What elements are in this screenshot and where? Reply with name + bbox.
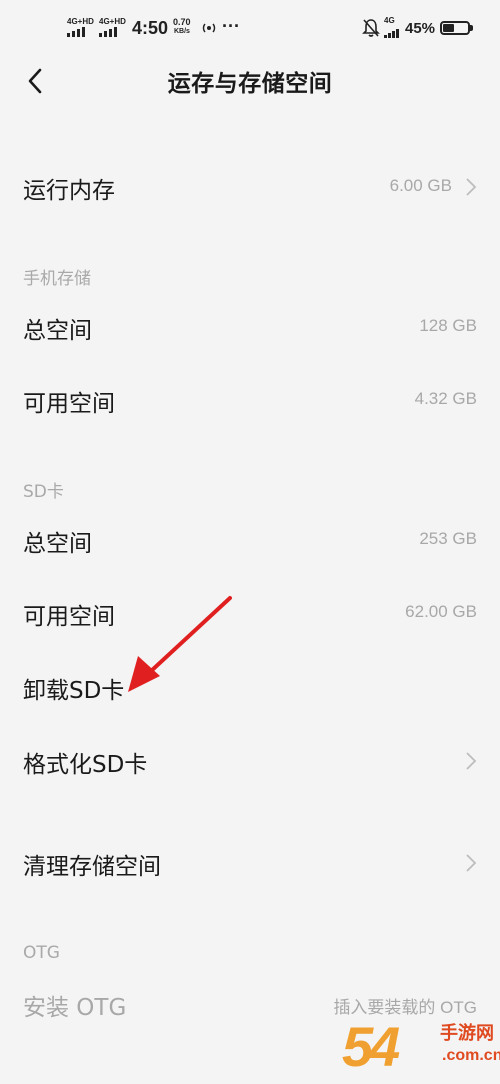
watermark-number: 54 (342, 1015, 400, 1078)
phone-total-row: 总空间 128 GB (0, 298, 500, 354)
phone-available-label: 可用空间 (23, 391, 115, 417)
cleanup-storage-label: 清理存储空间 (23, 854, 161, 880)
network-type-label-3: 4G (384, 16, 395, 25)
format-sd-label: 格式化SD卡 (23, 752, 148, 778)
signal-icon-3 (384, 28, 400, 38)
sd-total-value: 253 GB (419, 529, 477, 548)
page-title: 运存与存储空间 (167, 71, 333, 97)
cleanup-storage-row[interactable]: 清理存储空间 (0, 834, 500, 890)
section-title-phone-storage: 手机存储 (23, 269, 91, 289)
watermark-brand: 手游网 (440, 1023, 494, 1044)
sd-available-value: 62.00 GB (405, 602, 477, 621)
net-speed-value: 0.70 (173, 17, 191, 27)
silent-bell-icon (362, 19, 380, 37)
sd-total-row: 总空间 253 GB (0, 511, 500, 567)
phone-total-label: 总空间 (23, 318, 92, 344)
chevron-right-icon (466, 178, 477, 196)
chevron-right-icon (466, 854, 477, 872)
battery-percent: 45% (405, 20, 436, 37)
unmount-sd-label: 卸载SD卡 (23, 678, 125, 704)
sd-total-label: 总空间 (23, 531, 92, 557)
install-otg-label: 安装 OTG (23, 995, 127, 1021)
network-type-label-2: 4G+HD (99, 17, 126, 26)
net-speed-unit: KB/s (174, 28, 190, 35)
section-title-sd-card: SD卡 (23, 482, 64, 502)
unmount-sd-row[interactable]: 卸载SD卡 (0, 658, 500, 714)
title-bar: 运存与存储空间 (0, 56, 500, 108)
hotspot-icon (202, 23, 216, 33)
section-title-otg: OTG (23, 943, 60, 963)
clock: 4:50 (132, 18, 169, 38)
more-notifications: ··· (222, 16, 240, 36)
chevron-right-icon (466, 752, 477, 770)
phone-total-value: 128 GB (419, 316, 477, 335)
phone-available-row: 可用空间 4.32 GB (0, 371, 500, 427)
signal-icon (67, 27, 89, 37)
network-type-label: 4G+HD (67, 17, 94, 26)
sd-available-label: 可用空间 (23, 604, 115, 630)
signal-icon-2 (99, 27, 121, 37)
watermark-url: .com.cn (442, 1047, 500, 1064)
sd-available-row: 可用空间 62.00 GB (0, 584, 500, 640)
watermark-logo: 54 手游网 .com.cn (342, 1015, 500, 1084)
format-sd-row[interactable]: 格式化SD卡 (0, 732, 500, 788)
ram-value: 6.00 GB (389, 176, 452, 195)
ram-row[interactable]: 运行内存 6.00 GB (0, 158, 500, 214)
phone-available-value: 4.32 GB (414, 389, 477, 408)
ram-label: 运行内存 (23, 178, 115, 204)
status-bar: 4G+HD 4G+HD 4:50 0.70 KB/s ··· 4G 45% (0, 0, 500, 56)
battery-icon (440, 21, 473, 35)
